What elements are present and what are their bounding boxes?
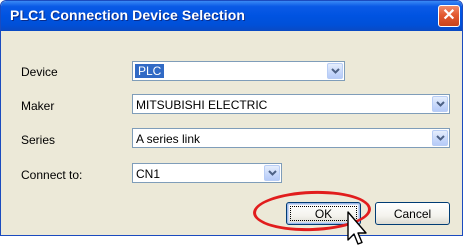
cancel-label: Cancel bbox=[393, 206, 432, 221]
connect-to-label: Connect to: bbox=[21, 168, 83, 182]
maker-label: Maker bbox=[21, 99, 55, 113]
cancel-button[interactable]: Cancel bbox=[375, 202, 450, 225]
connect-to-select[interactable]: CN1 bbox=[132, 163, 282, 183]
device-value: PLC bbox=[135, 64, 165, 78]
series-value: A series link bbox=[136, 132, 201, 146]
series-select[interactable]: A series link bbox=[132, 128, 450, 148]
dialog-title: PLC1 Connection Device Selection bbox=[10, 7, 246, 23]
chevron-down-icon bbox=[330, 68, 340, 74]
device-label: Device bbox=[21, 65, 58, 79]
connect-to-dropdown-button[interactable] bbox=[264, 165, 280, 181]
close-icon: ✕ bbox=[442, 7, 456, 24]
chevron-down-icon bbox=[267, 170, 277, 176]
maker-value: MITSUBISHI ELECTRIC bbox=[136, 98, 268, 112]
title-bar[interactable]: PLC1 Connection Device Selection ✕ bbox=[1, 1, 462, 31]
maker-dropdown-button[interactable] bbox=[432, 96, 448, 112]
series-dropdown-button[interactable] bbox=[432, 130, 448, 146]
chevron-down-icon bbox=[435, 101, 445, 107]
series-label: Series bbox=[21, 133, 56, 147]
chevron-down-icon bbox=[435, 135, 445, 141]
connection-device-dialog: PLC1 Connection Device Selection ✕ Devic… bbox=[0, 0, 463, 236]
connect-to-value: CN1 bbox=[136, 167, 161, 181]
device-select[interactable]: PLC bbox=[132, 61, 345, 81]
device-dropdown-button[interactable] bbox=[327, 63, 343, 79]
close-button[interactable]: ✕ bbox=[438, 5, 460, 27]
maker-select[interactable]: MITSUBISHI ELECTRIC bbox=[132, 94, 450, 114]
mouse-pointer-icon bbox=[347, 211, 367, 245]
